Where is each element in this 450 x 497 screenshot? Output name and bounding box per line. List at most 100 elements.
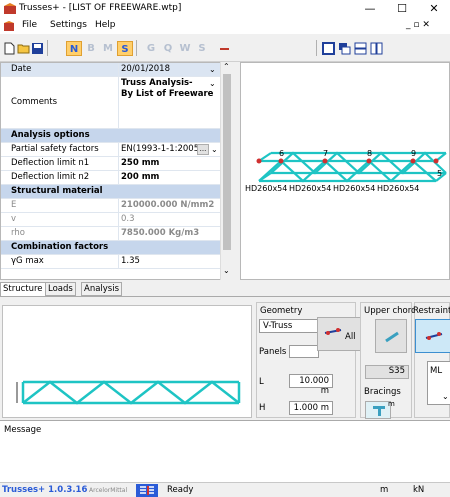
title-bar: Trusses+ - [LIST OF FREEWARE.wtp] — ☐ ✕ — [0, 0, 450, 18]
section-analysis-options[interactable]: Analysis options — [1, 129, 221, 143]
property-row-rho[interactable]: rho 7850.000 Kg/m3 — [1, 227, 221, 241]
restraint-group: Restraint ML ⌄ — [413, 302, 450, 418]
member-label: HD260x54 — [333, 184, 375, 193]
property-row-safety-factors[interactable]: Partial safety factors EN(1993-1-1:2005 .… — [1, 143, 221, 157]
toolbar-w-button[interactable]: W — [177, 41, 193, 56]
restraint-list[interactable]: ML ⌄ — [427, 361, 450, 405]
dropdown-arrow-icon[interactable]: ⌄ — [209, 79, 216, 88]
truss-3d-drawing: 6 7 8 9 5 HD260x54 HD260x54 HD260x54 HD2… — [245, 149, 447, 193]
toolbar-m-button[interactable]: M — [100, 41, 116, 56]
property-row-comments[interactable]: Comments Truss Analysis- By List of Freew… — [1, 77, 221, 129]
property-row-v[interactable]: v 0.3 — [1, 213, 221, 227]
all-button-label: All — [345, 332, 356, 342]
length-spinner[interactable] — [337, 374, 343, 388]
section-structural-material[interactable]: Structural material — [1, 185, 221, 199]
mdi-controls[interactable]: _ ▫ ✕ — [406, 20, 430, 30]
save-icon[interactable] — [31, 42, 44, 55]
toolbar-q-button[interactable]: Q — [160, 41, 176, 56]
property-row-date[interactable]: Date 20/01/2018 ⌄ — [1, 63, 221, 77]
property-value[interactable]: EN(1993-1-1:2005 — [121, 144, 199, 154]
dropdown-arrow-icon[interactable]: ⌄ — [209, 65, 216, 74]
toolbar-s2-button[interactable]: S — [194, 41, 210, 56]
property-value[interactable]: 250 mm — [121, 158, 159, 168]
doc-icon — [4, 21, 14, 31]
length-input[interactable]: 10.000 m — [289, 374, 333, 396]
node-label: 7 — [323, 149, 328, 158]
open-folder-icon[interactable] — [17, 42, 30, 55]
app-icon — [4, 3, 16, 14]
property-row-deflection-n1[interactable]: Deflection limit n1 250 mm — [1, 157, 221, 171]
property-value: 0.3 — [121, 214, 135, 224]
height-input[interactable]: 1.000 m — [289, 401, 333, 415]
tile-horizontal-icon[interactable] — [354, 42, 367, 55]
property-key: rho — [11, 228, 25, 238]
minus-icon[interactable] — [218, 42, 231, 55]
tab-strip: Structure Loads Analysis — [0, 282, 450, 297]
section-label: Combination factors — [11, 242, 109, 252]
property-key: v — [11, 214, 17, 224]
toolbar-s-button[interactable]: S — [117, 41, 133, 56]
resize-grip-icon: m — [388, 400, 395, 408]
truss-tool-icon — [324, 328, 342, 335]
property-row-gamma-g-max[interactable]: γG max 1.35 — [1, 255, 221, 269]
minimize-button[interactable]: — — [354, 0, 386, 18]
all-geometry-button[interactable]: All — [317, 317, 361, 351]
restraint-header: Restraint — [413, 306, 450, 316]
node-label: 5 — [437, 169, 442, 178]
property-key: Deflection limit n1 — [11, 158, 90, 168]
truss-type-select[interactable]: V-Truss — [259, 319, 321, 333]
dropdown-arrow-icon[interactable]: ⌄ — [211, 145, 218, 154]
upper-chord-header: Upper chord — [364, 306, 414, 316]
close-button[interactable]: ✕ — [418, 0, 450, 18]
property-value[interactable]: 20/01/2018 — [121, 64, 170, 74]
restraint-tool-icon — [425, 332, 443, 340]
geometry-group: Geometry V-Truss Panels L 10.000 m H 1.0… — [256, 302, 361, 418]
scroll-up-icon[interactable]: ⌃ — [223, 62, 230, 71]
scroll-down-icon[interactable]: ⌄ — [223, 266, 230, 275]
maximize-button[interactable]: ☐ — [386, 0, 418, 18]
property-value[interactable]: 1.35 — [121, 256, 140, 266]
toolbar-g-button[interactable]: G — [143, 41, 159, 56]
property-row-deflection-n2[interactable]: Deflection limit n2 200 mm — [1, 171, 221, 185]
toolbar-b-button[interactable]: B — [83, 41, 99, 56]
property-grid-scrollbar[interactable]: ⌃ ⌄ — [220, 62, 232, 280]
window-title: Trusses+ - [LIST OF FREEWARE.wtp] — [19, 3, 182, 13]
property-value[interactable]: Truss Analysis- By List of Freeware — [121, 78, 213, 100]
chevron-down-icon[interactable]: ⌄ — [442, 392, 449, 401]
tab-analysis[interactable]: Analysis — [81, 282, 123, 296]
member-label: HD260x54 — [245, 184, 287, 193]
property-key: E — [11, 200, 17, 210]
tab-loads[interactable]: Loads — [45, 282, 76, 296]
toolbar-separator — [136, 40, 137, 56]
toolbar-n-button[interactable]: N — [66, 41, 82, 56]
tile-vertical-icon[interactable] — [370, 42, 383, 55]
restraint-button[interactable] — [415, 319, 450, 353]
panels-input[interactable] — [289, 345, 319, 358]
layout-single-icon[interactable] — [322, 42, 335, 55]
geometry-header: Geometry — [260, 306, 303, 316]
status-text: Ready — [167, 485, 194, 495]
message-label: Message — [4, 425, 42, 435]
section-combination-factors[interactable]: Combination factors — [1, 241, 221, 255]
cascade-windows-icon[interactable] — [338, 42, 351, 55]
steel-grade-field[interactable]: S35 — [365, 365, 409, 379]
upper-chord-section-button[interactable] — [375, 319, 407, 353]
flag-logo-icon — [136, 484, 158, 497]
menu-bar: File Settings Help _ ▫ ✕ — [0, 18, 450, 34]
restraint-value[interactable]: ML — [430, 366, 442, 376]
new-file-icon[interactable] — [3, 42, 16, 55]
tab-structure[interactable]: Structure — [0, 282, 46, 297]
ellipsis-button[interactable]: ... — [197, 144, 209, 155]
truss-2d-drawing — [16, 380, 241, 405]
menu-settings[interactable]: Settings — [50, 20, 87, 30]
property-value[interactable]: 200 mm — [121, 172, 159, 182]
section-label: Structural material — [11, 186, 103, 196]
truss-3d-view[interactable]: 6 7 8 9 5 HD260x54 HD260x54 HD260x54 HD2… — [240, 62, 450, 280]
scroll-thumb[interactable] — [223, 74, 231, 250]
menu-file[interactable]: File — [22, 20, 37, 30]
app-version: Trusses+ 1.0.3.16 — [2, 485, 88, 495]
property-row-e[interactable]: E 210000.000 N/mm2 — [1, 199, 221, 213]
message-pane[interactable]: Message — [0, 420, 450, 482]
menu-help[interactable]: Help — [95, 20, 116, 30]
property-key: Deflection limit n2 — [11, 172, 90, 182]
